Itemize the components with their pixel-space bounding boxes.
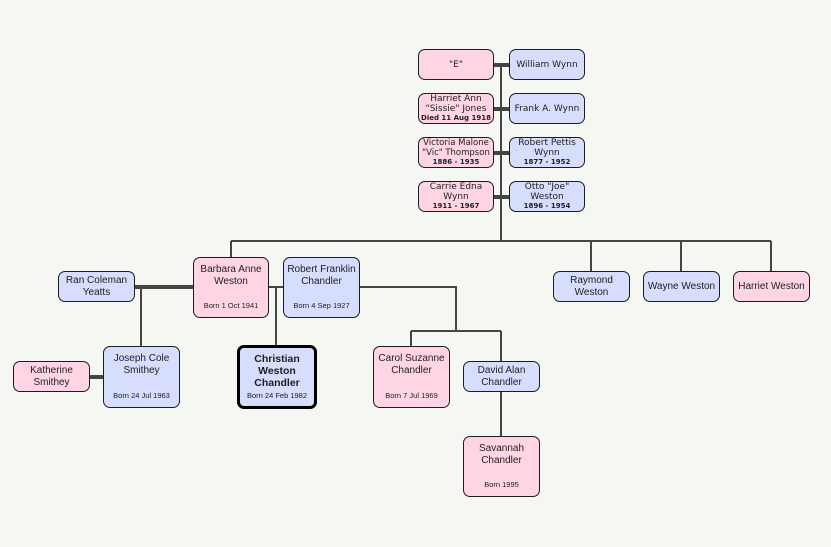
person-name: Christian Weston Chandler bbox=[254, 353, 300, 389]
person-christian-weston-chandler[interactable]: Christian Weston Chandler Born 24 Feb 19… bbox=[237, 345, 317, 409]
person-name: Carrie Edna Wynn bbox=[429, 182, 483, 202]
person-david-alan-chandler[interactable]: David Alan Chandler bbox=[463, 361, 540, 392]
person-raymond-weston[interactable]: Raymond Weston bbox=[553, 271, 630, 302]
person-date: Born 1995 bbox=[484, 480, 519, 489]
person-name: Wayne Weston bbox=[647, 280, 716, 292]
person-ran-coleman-yeatts[interactable]: Ran Coleman Yeatts bbox=[58, 271, 135, 302]
person-harriet-weston[interactable]: Harriet Weston bbox=[733, 271, 810, 302]
person-wayne-weston[interactable]: Wayne Weston bbox=[643, 271, 720, 302]
person-name: Harriet Ann "Sissie" Jones bbox=[425, 94, 487, 114]
person-e[interactable]: "E" bbox=[418, 49, 494, 80]
person-date: Died 11 Aug 1918 bbox=[421, 114, 491, 122]
person-date: Born 4 Sep 1927 bbox=[293, 301, 350, 310]
person-harriet-ann-jones[interactable]: Harriet Ann "Sissie" Jones Died 11 Aug 1… bbox=[418, 93, 494, 124]
person-date: Born 1 Oct 1941 bbox=[203, 301, 259, 310]
person-name: Carol Suzanne Chandler bbox=[378, 353, 445, 376]
person-joseph-cole-smithey[interactable]: Joseph Cole Smithey Born 24 Jul 1963 bbox=[103, 346, 180, 408]
person-date: 1911 - 1967 bbox=[432, 202, 480, 210]
person-name: Otto "Joe" Weston bbox=[524, 182, 570, 202]
person-robert-franklin-chandler[interactable]: Robert Franklin Chandler Born 4 Sep 1927 bbox=[283, 257, 360, 318]
person-date: Born 7 Jul 1969 bbox=[385, 391, 438, 400]
person-name: Ran Coleman Yeatts bbox=[65, 274, 128, 298]
person-name: William Wynn bbox=[516, 59, 578, 70]
person-date: Born 24 Jul 1963 bbox=[113, 391, 170, 400]
person-name: David Alan Chandler bbox=[477, 364, 526, 388]
family-tree-diagram: "E" William Wynn Harriet Ann "Sissie" Jo… bbox=[0, 0, 831, 547]
robert-children-line bbox=[359, 286, 457, 331]
person-victoria-thompson[interactable]: Victoria Malone "Vic" Thompson 1886 - 19… bbox=[418, 137, 494, 168]
person-otto-joe-weston[interactable]: Otto "Joe" Weston 1896 - 1954 bbox=[509, 181, 585, 212]
person-name: Victoria Malone "Vic" Thompson bbox=[422, 138, 490, 158]
person-date: 1896 - 1954 bbox=[523, 202, 571, 210]
person-barbara-anne-weston[interactable]: Barbara Anne Weston Born 1 Oct 1941 bbox=[193, 257, 269, 318]
person-name: Raymond Weston bbox=[570, 274, 613, 298]
person-savannah-chandler[interactable]: Savannah Chandler Born 1995 bbox=[463, 436, 540, 497]
person-name: Robert Pettis Wynn bbox=[518, 138, 576, 158]
person-name: Robert Franklin Chandler bbox=[287, 264, 356, 287]
person-name: Savannah Chandler bbox=[478, 443, 525, 466]
person-name: "E" bbox=[449, 59, 463, 70]
person-frank-a-wynn[interactable]: Frank A. Wynn bbox=[509, 93, 585, 124]
person-carol-suzanne-chandler[interactable]: Carol Suzanne Chandler Born 7 Jul 1969 bbox=[373, 346, 450, 408]
person-date: 1877 - 1952 bbox=[523, 158, 571, 166]
person-name: Joseph Cole Smithey bbox=[113, 353, 170, 376]
person-date: Born 24 Feb 1982 bbox=[246, 391, 308, 400]
person-name: Katherine Smithey bbox=[30, 364, 73, 388]
person-robert-pettis-wynn[interactable]: Robert Pettis Wynn 1877 - 1952 bbox=[509, 137, 585, 168]
person-name: Harriet Weston bbox=[738, 280, 805, 292]
person-katherine-smithey[interactable]: Katherine Smithey bbox=[13, 361, 90, 392]
person-date: 1886 - 1935 bbox=[432, 158, 480, 166]
person-name: Barbara Anne Weston bbox=[200, 264, 262, 287]
person-carrie-edna-wynn[interactable]: Carrie Edna Wynn 1911 - 1967 bbox=[418, 181, 494, 212]
person-william-wynn[interactable]: William Wynn bbox=[509, 49, 585, 80]
person-name: Frank A. Wynn bbox=[514, 103, 580, 114]
